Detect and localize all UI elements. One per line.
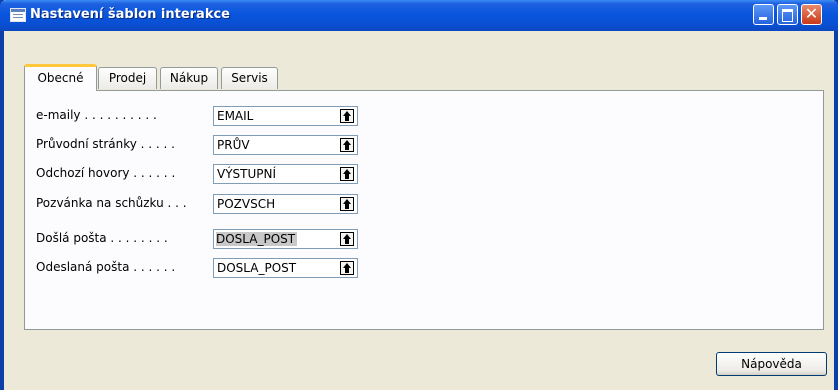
maximize-button[interactable] [777, 4, 798, 25]
incoming-mail-label: Došlá pošta . . . . . . . . [36, 231, 168, 245]
cover-pages-label: Průvodní stránky . . . . . [36, 137, 175, 151]
sent-mail-field[interactable]: DOSLA_POST [213, 258, 358, 278]
up-arrow-lookup-icon[interactable] [340, 197, 354, 211]
emails-label: e-maily . . . . . . . . . . [36, 108, 157, 122]
close-icon: ✕ [804, 4, 819, 23]
up-arrow-lookup-icon[interactable] [340, 109, 354, 123]
up-arrow-lookup-icon[interactable] [340, 261, 354, 275]
maximize-icon [782, 9, 793, 22]
emails-value: EMAIL [217, 109, 254, 123]
sent-mail-value: DOSLA_POST [217, 261, 297, 275]
tab-obecne[interactable]: Obecné [24, 64, 97, 91]
tab-panel [24, 90, 824, 330]
cover-pages-field[interactable]: PRŮV [213, 135, 358, 155]
table-icon [10, 8, 26, 22]
emails-field[interactable]: EMAIL [213, 106, 358, 126]
up-arrow-lookup-icon[interactable] [340, 232, 354, 246]
cover-pages-value: PRŮV [217, 138, 250, 152]
up-arrow-lookup-icon[interactable] [340, 138, 354, 152]
sent-mail-label: Odeslaná pošta . . . . . . [36, 260, 176, 274]
tab-nakup[interactable]: Nákup [160, 67, 218, 89]
tab-prodej[interactable]: Prodej [98, 67, 157, 89]
close-button[interactable]: ✕ [801, 4, 822, 25]
window-title: Nastavení šablon interakce [30, 7, 230, 22]
minimize-button[interactable] [753, 4, 774, 25]
help-button[interactable]: Nápověda [716, 352, 827, 376]
up-arrow-lookup-icon[interactable] [340, 167, 354, 181]
minimize-icon [759, 17, 767, 20]
outgoing-calls-field[interactable]: VÝSTUPNÍ [213, 164, 358, 184]
title-bar[interactable]: Nastavení šablon interakce ✕ [0, 0, 838, 31]
meeting-invitation-label: Pozvánka na schůzku . . . [36, 196, 187, 210]
meeting-invitation-field[interactable]: POZVSCH [213, 194, 358, 214]
outgoing-calls-label: Odchozí hovory . . . . . . [36, 166, 176, 180]
tab-servis[interactable]: Servis [221, 67, 278, 89]
meeting-invitation-value: POZVSCH [217, 197, 276, 211]
incoming-mail-value: DOSLA_POST [216, 232, 298, 246]
outgoing-calls-value: VÝSTUPNÍ [217, 167, 277, 181]
incoming-mail-field[interactable]: DOSLA_POST [213, 229, 358, 249]
